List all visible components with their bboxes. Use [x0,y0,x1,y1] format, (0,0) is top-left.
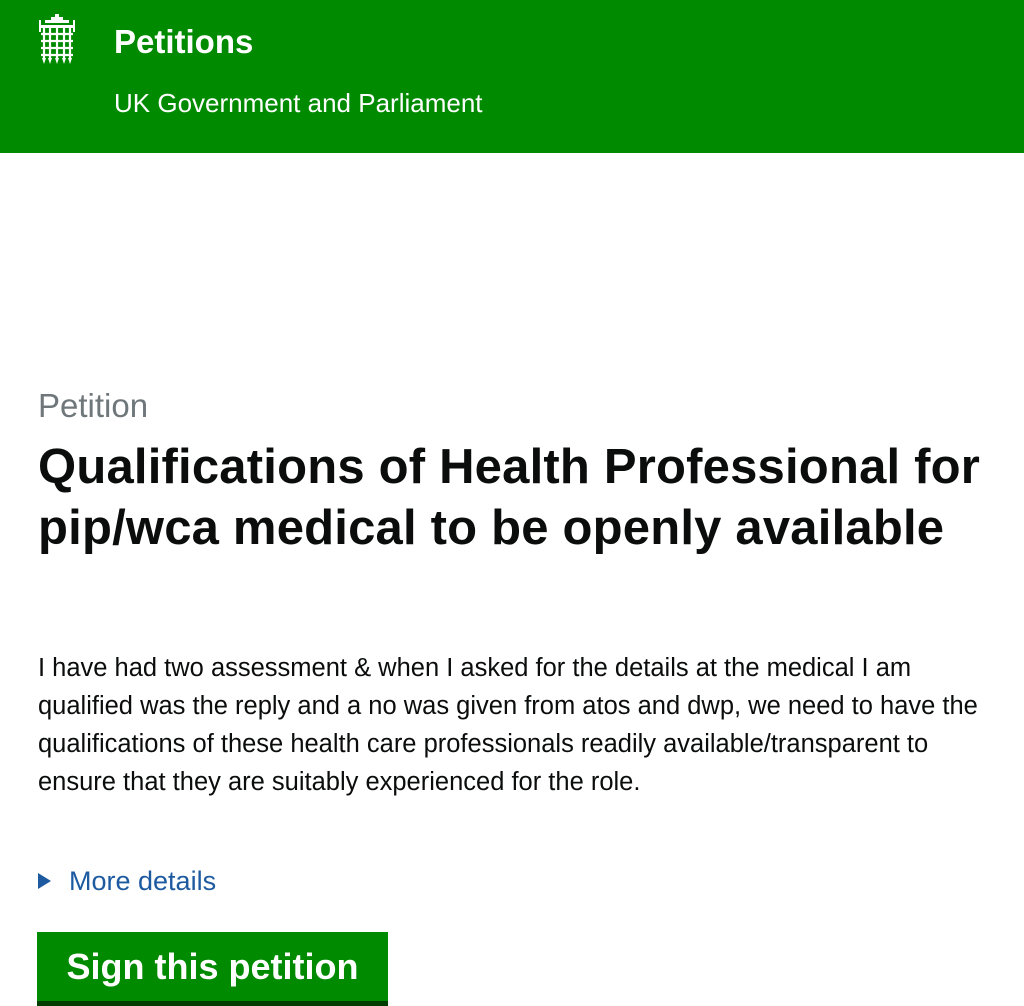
petition-title: Qualifications of Health Professional fo… [38,440,981,555]
site-header: Petitions UK Government and Parliament [0,0,1024,153]
site-title[interactable]: Petitions [114,22,253,62]
portcullis-icon [39,14,75,64]
site-subtitle: UK Government and Parliament [114,88,483,118]
sign-petition-button[interactable]: Sign this petition [37,932,388,1006]
more-details-label: More details [69,866,217,896]
petition-kicker: Petition [38,387,149,424]
petition-description: I have had two assessment & when I asked… [38,654,978,796]
triangle-right-icon [38,873,51,889]
more-details-toggle[interactable]: More details [38,864,216,898]
